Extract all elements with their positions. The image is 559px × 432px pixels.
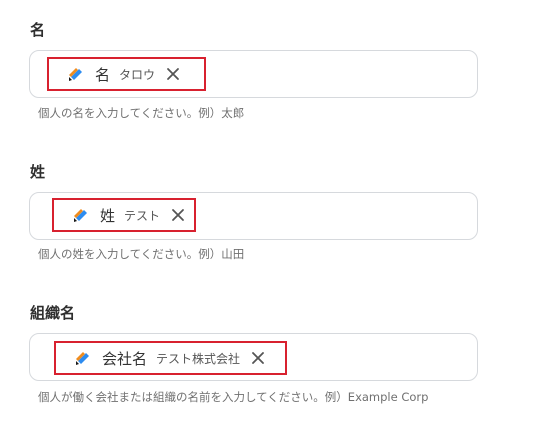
token-value: テスト: [124, 208, 161, 223]
token-name: 姓: [100, 206, 116, 225]
token-value: タロウ: [119, 67, 156, 82]
first-name-token[interactable]: 名 タロウ: [47, 57, 206, 91]
close-icon[interactable]: [250, 350, 266, 366]
app-logo-icon: [74, 209, 87, 222]
last-name-label: 姓: [30, 163, 46, 181]
last-name-input[interactable]: 姓 テスト: [29, 192, 478, 240]
organization-help: 個人が働く会社または組織の名前を入力してください。例）Example Corp: [38, 390, 429, 404]
organization-input[interactable]: 会社名 テスト株式会社: [29, 333, 478, 381]
last-name-token[interactable]: 姓 テスト: [52, 198, 196, 232]
organization-token[interactable]: 会社名 テスト株式会社: [54, 341, 287, 375]
token-value: テスト株式会社: [156, 351, 241, 366]
app-logo-icon: [76, 352, 89, 365]
close-icon[interactable]: [165, 66, 181, 82]
token-name: 会社名: [102, 349, 148, 368]
close-icon[interactable]: [170, 207, 186, 223]
organization-label: 組織名: [30, 304, 76, 322]
contact-form: 名 名 タロウ 個人の名を入力してください。例）太郎 姓 姓 テスト 個人の姓を…: [0, 0, 559, 432]
first-name-input[interactable]: 名 タロウ: [29, 50, 478, 98]
token-name: 名: [95, 65, 111, 84]
first-name-label: 名: [30, 21, 46, 39]
last-name-help: 個人の姓を入力してください。例）山田: [38, 247, 245, 261]
app-logo-icon: [69, 68, 82, 81]
first-name-help: 個人の名を入力してください。例）太郎: [38, 106, 245, 120]
